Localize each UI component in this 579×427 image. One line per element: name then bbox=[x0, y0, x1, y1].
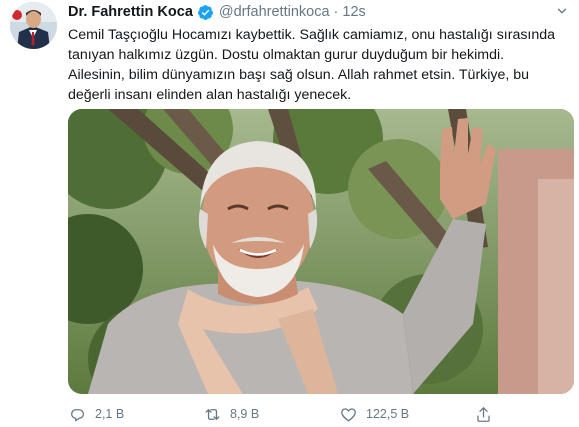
tweet-text-line: Cemil Taşçıoğlu Hocamızı kaybettik. Sağl… bbox=[68, 27, 556, 43]
tweet-header: Dr. Fahrettin Koca @drfahrettinkoca · 12… bbox=[68, 3, 366, 21]
chevron-down-icon[interactable] bbox=[555, 4, 569, 18]
tweet-text-line: değerli insanı elinden alan hastalığı ye… bbox=[68, 87, 352, 103]
tweet-text: Cemil Taşçıoğlu Hocamızı kaybettik. Sağl… bbox=[68, 25, 568, 105]
like-count: 122,5 B bbox=[366, 407, 410, 421]
tweet-actions: 2,1 B 8,9 B 122,5 B bbox=[68, 403, 548, 425]
avatar[interactable] bbox=[10, 2, 57, 49]
share-button[interactable] bbox=[474, 405, 501, 424]
avatar-image bbox=[10, 2, 57, 49]
author-name[interactable]: Dr. Fahrettin Koca bbox=[68, 4, 193, 20]
like-button[interactable]: 122,5 B bbox=[339, 405, 409, 424]
reply-count: 2,1 B bbox=[95, 407, 125, 421]
heart-icon bbox=[341, 407, 356, 421]
photo-image bbox=[68, 109, 574, 394]
tweet-text-line: Ailesinin, bilim dünyamızın başı sağ ols… bbox=[68, 67, 530, 83]
author-handle[interactable]: @drfahrettinkoca bbox=[219, 4, 330, 20]
verified-badge-icon bbox=[197, 4, 213, 20]
tweet-photo[interactable] bbox=[68, 109, 574, 394]
tweet[interactable]: Dr. Fahrettin Koca @drfahrettinkoca · 12… bbox=[0, 0, 579, 427]
separator-dot: · bbox=[333, 4, 339, 20]
retweet-count: 8,9 B bbox=[230, 407, 260, 421]
retweet-button[interactable]: 8,9 B bbox=[203, 405, 259, 424]
timestamp[interactable]: 12s bbox=[342, 4, 365, 20]
share-icon bbox=[477, 406, 490, 422]
tweet-text-line: tanıyan halkımız üzgün. Dostu olmaktan g… bbox=[68, 47, 505, 63]
retweet-icon bbox=[205, 408, 220, 420]
reply-button[interactable]: 2,1 B bbox=[68, 405, 124, 424]
reply-icon bbox=[71, 408, 84, 421]
